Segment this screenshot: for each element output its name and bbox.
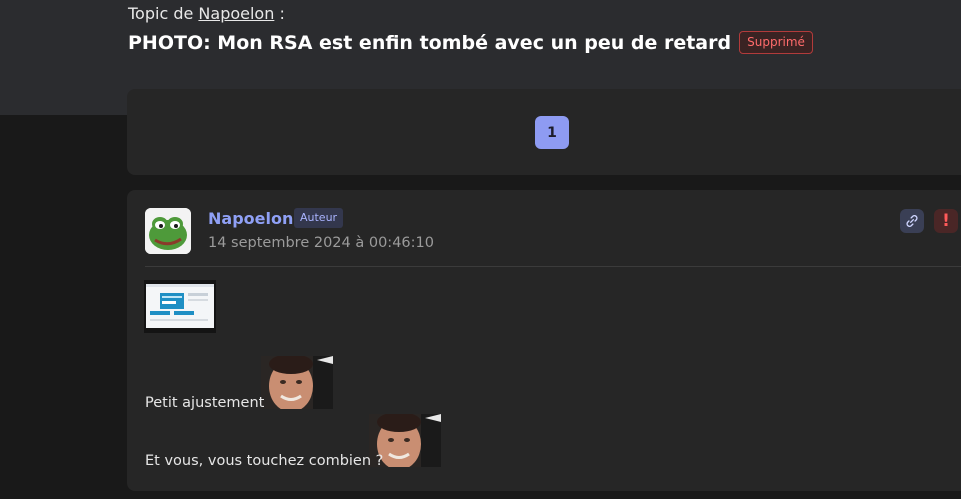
topic-title: PHOTO: Mon RSA est enfin tombé avec un p… — [128, 31, 732, 54]
page-button-1[interactable]: 1 — [535, 116, 569, 149]
report-button[interactable]: ! — [934, 209, 958, 233]
reaction-image[interactable] — [261, 356, 333, 409]
pagination-card: 1 — [127, 89, 961, 175]
topic-title-row: PHOTO: Mon RSA est enfin tombé avec un p… — [128, 31, 813, 54]
link-icon — [906, 214, 918, 228]
permalink-button[interactable] — [900, 209, 924, 233]
deleted-badge: Supprimé — [739, 31, 813, 54]
avatar[interactable] — [145, 208, 191, 254]
post-line-1: Petit ajustement — [145, 395, 265, 411]
author-badge: Auteur — [294, 208, 344, 228]
post-date: 14 septembre 2024 à 00:46:10 — [208, 235, 434, 251]
topic-author-link[interactable]: Napoelon — [198, 4, 274, 23]
pepe-frog-icon — [145, 208, 191, 254]
screenshot-image — [146, 284, 214, 328]
post-card: Napoelon Auteur 14 septembre 2024 à 00:4… — [127, 190, 961, 491]
topic-meta: Topic de Napoelon : — [128, 4, 285, 23]
topic-suffix: : — [279, 4, 285, 23]
screenshot-thumbnail[interactable] — [144, 280, 216, 333]
exclamation-icon: ! — [942, 211, 950, 231]
topic-prefix: Topic de — [128, 4, 194, 23]
post-divider — [145, 266, 961, 267]
post-author[interactable]: Napoelon — [208, 209, 293, 228]
post-line-2: Et vous, vous touchez combien ? — [145, 453, 384, 469]
face-image — [261, 356, 333, 409]
